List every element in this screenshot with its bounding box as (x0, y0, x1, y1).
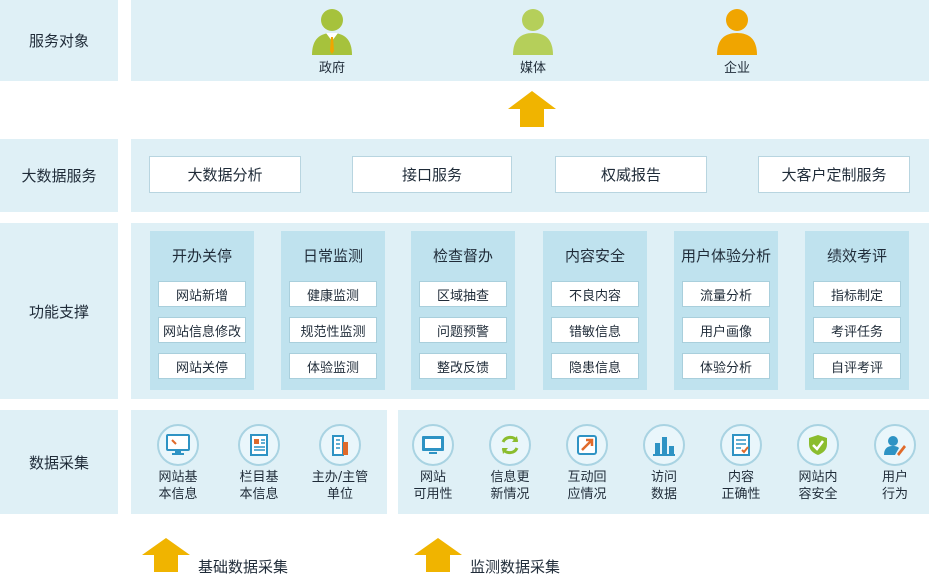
media-person-icon (513, 9, 553, 55)
service-target-label: 企业 (723, 61, 750, 76)
function-item: 整改反馈 (419, 353, 507, 379)
row-label-service-targets: 服务对象 (0, 0, 118, 81)
row-label-text: 大数据服务 (21, 167, 97, 185)
user-edit-icon (874, 424, 916, 466)
row-label-text: 服务对象 (28, 32, 89, 50)
collection-item: 访问 数据 (632, 424, 696, 503)
row-label-text: 数据采集 (28, 453, 89, 472)
up-arrow-icon (508, 91, 556, 127)
function-column: 绩效考评 指标制定 考评任务 自评考评 (805, 231, 909, 390)
function-column: 内容安全 不良内容 错敏信息 隐患信息 (543, 231, 647, 390)
function-item: 区域抽查 (419, 281, 507, 307)
function-item: 健康监测 (289, 281, 377, 307)
screen-icon (412, 424, 454, 466)
collection-label-line: 互动回 (567, 470, 607, 485)
government-person-icon (312, 9, 352, 55)
service-box-big-data-analysis: 大数据分析 (149, 156, 301, 193)
collection-item: 网站内 容安全 (786, 424, 850, 503)
function-column: 用户体验分析 流量分析 用户画像 体验分析 (674, 231, 778, 390)
enterprise-person-icon (717, 9, 757, 55)
service-target-government: 政府 (277, 0, 387, 76)
function-item: 网站关停 (158, 353, 246, 379)
collection-label-line: 内容 (727, 470, 754, 485)
function-title: 绩效考评 (826, 247, 887, 265)
collection-label-line: 数据 (650, 487, 677, 502)
collection-label-line: 用户 (881, 470, 908, 485)
function-title: 内容安全 (564, 247, 625, 265)
document-icon (238, 424, 280, 466)
function-item: 体验分析 (682, 353, 770, 379)
collection-label-line: 主办/主管 (311, 470, 369, 485)
row-label-function-support: 功能支撑 (0, 223, 118, 399)
service-box-authority-report: 权威报告 (555, 156, 707, 193)
monitor-collection-legend: 监测数据采集 (470, 558, 561, 576)
row-label-big-data-services: 大数据服务 (0, 139, 118, 212)
monitor-icon (157, 424, 199, 466)
collection-item: 用户 行为 (863, 424, 927, 503)
collection-item: 信息更 新情况 (478, 424, 542, 503)
function-item: 错敏信息 (551, 317, 639, 343)
function-title: 日常监测 (302, 247, 363, 265)
checklist-icon (720, 424, 762, 466)
service-target-enterprise: 企业 (682, 0, 792, 76)
service-target-media: 媒体 (478, 0, 588, 76)
collection-item: 网站基 本信息 (146, 424, 210, 503)
function-column: 开办关停 网站新增 网站信息修改 网站关停 (150, 231, 254, 390)
collection-label-line: 本信息 (158, 487, 198, 502)
bar-chart-icon (643, 424, 685, 466)
function-item: 规范性监测 (289, 317, 377, 343)
interaction-icon (566, 424, 608, 466)
collection-label-line: 行为 (881, 487, 908, 502)
collection-label-line: 新情况 (490, 487, 530, 502)
collection-label-line: 网站内 (798, 470, 838, 485)
monitor-collection-arrow-icon (414, 538, 462, 572)
function-title: 检查督办 (432, 247, 493, 265)
collection-label-line: 正确性 (721, 487, 761, 502)
function-item: 网站新增 (158, 281, 246, 307)
collection-item: 主办/主管单位 (308, 424, 372, 503)
function-item: 网站信息修改 (158, 317, 246, 343)
function-column: 检查督办 区域抽查 问题预警 整改反馈 (411, 231, 515, 390)
function-title: 用户体验分析 (680, 247, 771, 265)
function-item: 隐患信息 (551, 353, 639, 379)
collection-label-line: 访问 (650, 470, 677, 485)
collection-label-line: 应情况 (567, 487, 607, 502)
function-item: 自评考评 (813, 353, 901, 379)
collection-label-line: 可用性 (413, 487, 453, 502)
function-item: 用户画像 (682, 317, 770, 343)
function-column: 日常监测 健康监测 规范性监测 体验监测 (281, 231, 385, 390)
service-targets-area: 政府 媒体 企业 (131, 0, 929, 81)
function-item: 体验监测 (289, 353, 377, 379)
function-item: 考评任务 (813, 317, 901, 343)
collection-item: 内容 正确性 (709, 424, 773, 503)
collection-item: 互动回 应情况 (555, 424, 619, 503)
collection-label-line: 本信息 (239, 487, 279, 502)
basic-collection-arrow-icon (142, 538, 190, 572)
function-title: 开办关停 (171, 247, 232, 265)
shield-icon (797, 424, 839, 466)
building-icon (319, 424, 361, 466)
function-item: 问题预警 (419, 317, 507, 343)
collection-label-line: 容安全 (798, 487, 838, 502)
row-label-data-collection: 数据采集 (0, 410, 118, 514)
function-item: 不良内容 (551, 281, 639, 307)
service-target-label: 媒体 (519, 61, 546, 76)
service-box-interface: 接口服务 (352, 156, 512, 193)
row-label-text: 功能支撑 (28, 302, 89, 321)
collection-label-line: 网站 (419, 470, 446, 485)
collection-item: 网站 可用性 (401, 424, 465, 503)
basic-collection-legend: 基础数据采集 (198, 558, 289, 576)
collection-label-line: 栏目基 (239, 470, 279, 485)
collection-item: 栏目基 本信息 (227, 424, 291, 503)
collection-label-line: 网站基 (158, 470, 198, 485)
function-item: 流量分析 (682, 281, 770, 307)
refresh-icon (489, 424, 531, 466)
service-target-label: 政府 (318, 61, 345, 76)
collection-label-line: 信息更 (490, 470, 530, 485)
service-box-custom-service: 大客户定制服务 (758, 156, 910, 193)
function-item: 指标制定 (813, 281, 901, 307)
collection-label-line: 单位 (326, 487, 353, 502)
